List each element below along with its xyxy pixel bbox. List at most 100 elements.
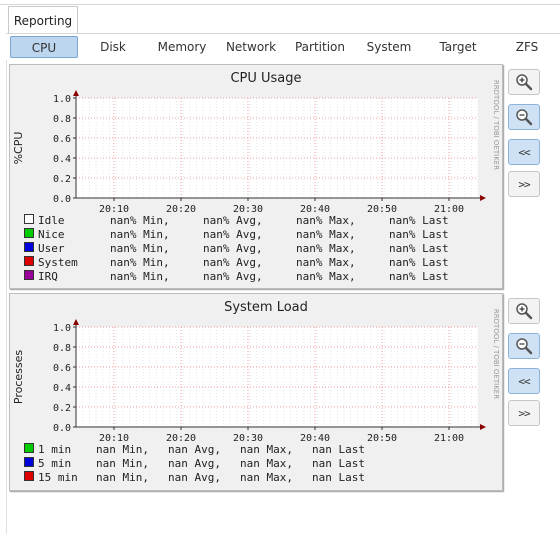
chart-title: CPU Usage xyxy=(230,71,301,86)
load-back-button[interactable]: << xyxy=(508,368,540,394)
legend-min: nan Min, xyxy=(96,471,149,484)
cpu-usage-graph: CPU Usage %CPU RRDTOOL / TOBI OETIKER 1.… xyxy=(9,64,503,289)
legend-avg: nan% Avg, xyxy=(203,214,263,227)
legend-avg: nan% Avg, xyxy=(203,228,263,241)
legend-swatch xyxy=(24,471,34,481)
y-tick-label: 0.8 xyxy=(53,114,71,125)
y-tick-label: 0.0 xyxy=(53,423,71,434)
legend-swatch xyxy=(24,270,34,280)
cpu-usage-chart-svg: CPU Usage %CPU RRDTOOL / TOBI OETIKER 1.… xyxy=(12,71,500,283)
y-tick-label: 0.6 xyxy=(53,363,71,374)
y-tick-label: 0.6 xyxy=(53,134,71,145)
legend-name: 15 min xyxy=(38,471,78,484)
legend-avg: nan% Avg, xyxy=(203,256,263,269)
zoom-in-icon xyxy=(516,303,533,320)
y-axis-arrow xyxy=(73,90,79,96)
y-tick-label: 0.2 xyxy=(53,174,71,185)
subtab-network[interactable]: Network xyxy=(218,36,284,58)
rrdtool-credit: RRDTOOL / TOBI OETIKER xyxy=(492,80,500,170)
legend: 1 min nan Min, nan Avg, nan Max, nan Last 5 m… xyxy=(24,443,365,484)
legend-last: nan Last xyxy=(312,457,365,470)
legend-avg: nan% Avg, xyxy=(203,270,263,283)
legend-max: nan Max, xyxy=(240,471,293,484)
legend-last: nan% Last xyxy=(389,228,449,241)
y-tick-label: 0.4 xyxy=(53,383,71,394)
legend-swatch xyxy=(24,242,34,252)
x-tick-label: 20:20 xyxy=(166,204,196,215)
legend-name: Idle xyxy=(38,214,65,227)
legend-min: nan% Min, xyxy=(110,256,170,269)
legend-avg: nan Avg, xyxy=(168,443,221,456)
legend-max: nan% Max, xyxy=(296,270,356,283)
legend-min: nan Min, xyxy=(96,443,149,456)
system-load-chart-svg: System Load Processes RRDTOOL / TOBI OET… xyxy=(12,300,500,484)
legend-last: nan% Last xyxy=(389,270,449,283)
y-tick-label: 0.4 xyxy=(53,154,71,165)
legend-last: nan% Last xyxy=(389,214,449,227)
zoom-out-icon xyxy=(516,109,533,126)
y-tick-label: 0.2 xyxy=(53,403,71,414)
legend-name: Nice xyxy=(38,228,65,241)
subtab-cpu[interactable]: CPU xyxy=(10,36,78,58)
legend-max: nan% Max, xyxy=(296,214,356,227)
legend-min: nan% Min, xyxy=(110,242,170,255)
y-tick-label: 0.0 xyxy=(53,194,71,205)
legend-swatch xyxy=(24,457,34,467)
load-forward-button[interactable]: >> xyxy=(508,400,540,426)
legend-avg: nan Avg, xyxy=(168,457,221,470)
forward-arrows-icon: >> xyxy=(518,177,530,191)
tab-divider xyxy=(6,33,560,34)
system-load-graph: System Load Processes RRDTOOL / TOBI OET… xyxy=(9,293,503,491)
rrdtool-credit: RRDTOOL / TOBI OETIKER xyxy=(492,309,500,399)
y-axis-label: Processes xyxy=(12,350,25,404)
subtab-system[interactable]: System xyxy=(356,36,422,58)
plot-area: 1.00.80.60.40.20.020:10 20:20 20:30 20:40 20… xyxy=(53,319,486,444)
cpu-back-button[interactable]: << xyxy=(508,139,540,165)
y-tick-label: 0.8 xyxy=(53,343,71,354)
legend-min: nan Min, xyxy=(96,457,149,470)
y-tick-label: 1.0 xyxy=(53,94,71,105)
subtab-memory[interactable]: Memory xyxy=(148,36,216,58)
plot-area: 1.00.80.60.40.20.020:10 20:20 20:30 20:40 20… xyxy=(53,90,486,215)
subtab-zfs[interactable]: ZFS xyxy=(494,36,560,58)
legend-last: nan% Last xyxy=(389,256,449,269)
forward-arrows-icon: >> xyxy=(518,406,530,420)
legend-last: nan Last xyxy=(312,443,365,456)
legend-name: User xyxy=(38,242,65,255)
legend-last: nan% Last xyxy=(389,242,449,255)
legend-max: nan% Max, xyxy=(296,242,356,255)
legend-name: System xyxy=(38,256,78,269)
legend-max: nan Max, xyxy=(240,443,293,456)
x-axis-arrow xyxy=(480,195,486,201)
y-axis-label: %CPU xyxy=(12,132,25,165)
y-axis-arrow xyxy=(73,319,79,325)
legend-name: 1 min xyxy=(38,443,71,456)
legend-min: nan% Min, xyxy=(110,214,170,227)
load-zoom-in-button[interactable] xyxy=(508,298,540,324)
cpu-zoom-in-button[interactable] xyxy=(508,69,540,95)
back-arrows-icon: << xyxy=(518,374,530,388)
back-arrows-icon: << xyxy=(518,145,530,159)
cpu-zoom-out-button[interactable] xyxy=(508,104,540,130)
legend-avg: nan Avg, xyxy=(168,471,221,484)
top-divider xyxy=(0,4,560,5)
legend-max: nan Max, xyxy=(240,457,293,470)
x-tick-label: 21:00 xyxy=(434,433,464,444)
legend-swatch xyxy=(24,228,34,238)
tab-reporting[interactable]: Reporting xyxy=(8,6,78,33)
legend-name: IRQ xyxy=(38,270,58,283)
content-border xyxy=(6,60,7,534)
zoom-out-icon xyxy=(516,338,533,355)
chart-title: System Load xyxy=(224,300,308,315)
legend-avg: nan% Avg, xyxy=(203,242,263,255)
legend: Idle nan% Min, nan% Avg, nan% Max, nan% Last… xyxy=(24,214,449,283)
subtab-partition[interactable]: Partition xyxy=(286,36,354,58)
x-axis-arrow xyxy=(480,424,486,430)
legend-swatch xyxy=(24,443,34,453)
subtab-disk[interactable]: Disk xyxy=(80,36,146,58)
cpu-forward-button[interactable]: >> xyxy=(508,171,540,197)
subtab-target[interactable]: Target xyxy=(424,36,492,58)
load-zoom-out-button[interactable] xyxy=(508,333,540,359)
legend-name: 5 min xyxy=(38,457,71,470)
legend-max: nan% Max, xyxy=(296,256,356,269)
